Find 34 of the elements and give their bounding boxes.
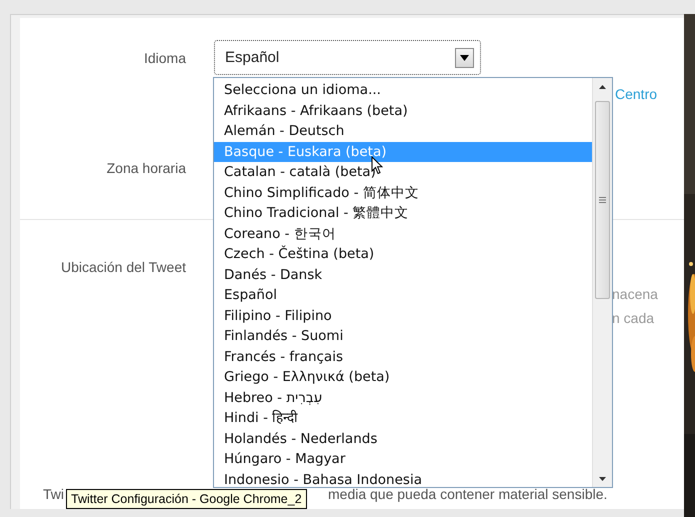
- scroll-down-icon[interactable]: [599, 476, 606, 480]
- language-option[interactable]: Holandés - Nederlands: [214, 428, 592, 449]
- language-option[interactable]: Húngaro - Magyar: [214, 449, 592, 470]
- language-option[interactable]: Griego - Ελληνικά (beta): [214, 367, 592, 388]
- language-option[interactable]: Catalan - català (beta): [214, 162, 592, 182]
- language-option[interactable]: Hindi - हिन्दी: [214, 408, 592, 428]
- field-label: Zona horaria: [106, 159, 186, 177]
- language-option[interactable]: Finlandés - Suomi: [214, 326, 592, 346]
- language-option[interactable]: Coreano - 한국어: [214, 224, 592, 244]
- language-option[interactable]: Español: [214, 285, 592, 306]
- description-text: n cada: [612, 309, 654, 327]
- field-label: Idioma: [142, 48, 186, 66]
- language-option[interactable]: Hebreo - עִבְרִית: [214, 388, 592, 408]
- language-option[interactable]: Chino Simplificado - 简体中文: [214, 182, 592, 203]
- language-option[interactable]: Czech - Čeština (beta): [214, 244, 592, 264]
- description-text: Twi: [43, 485, 64, 503]
- language-option[interactable]: Alemán - Deutsch: [214, 121, 592, 142]
- language-option[interactable]: Afrikaans - Afrikaans (beta): [214, 100, 592, 121]
- scrollbar[interactable]: [592, 78, 612, 487]
- grip-icon: [599, 197, 606, 203]
- language-option[interactable]: Francés - français: [214, 346, 592, 367]
- language-option[interactable]: Filipino - Filipino: [214, 306, 592, 326]
- description-text: nacena: [612, 285, 658, 303]
- dropdown-arrow-icon: [460, 54, 469, 60]
- scroll-up-icon[interactable]: [599, 84, 606, 88]
- language-option[interactable]: Indonesio - Bahasa Indonesia: [214, 470, 592, 487]
- language-option[interactable]: Chino Tradicional - 繁體中文: [214, 203, 592, 224]
- description-text: media que pueda contener material sensible.: [328, 485, 608, 503]
- tooltip: Twitter Configuración - Google Chrome_2: [66, 489, 307, 509]
- field-label: Ubicación del Tweet: [60, 258, 186, 276]
- language-option[interactable]: Selecciona un idioma...: [214, 80, 592, 100]
- language-option[interactable]: Danés - Dansk: [214, 264, 592, 285]
- language-select[interactable]: Español: [214, 40, 481, 75]
- scroll-thumb[interactable]: [595, 101, 610, 299]
